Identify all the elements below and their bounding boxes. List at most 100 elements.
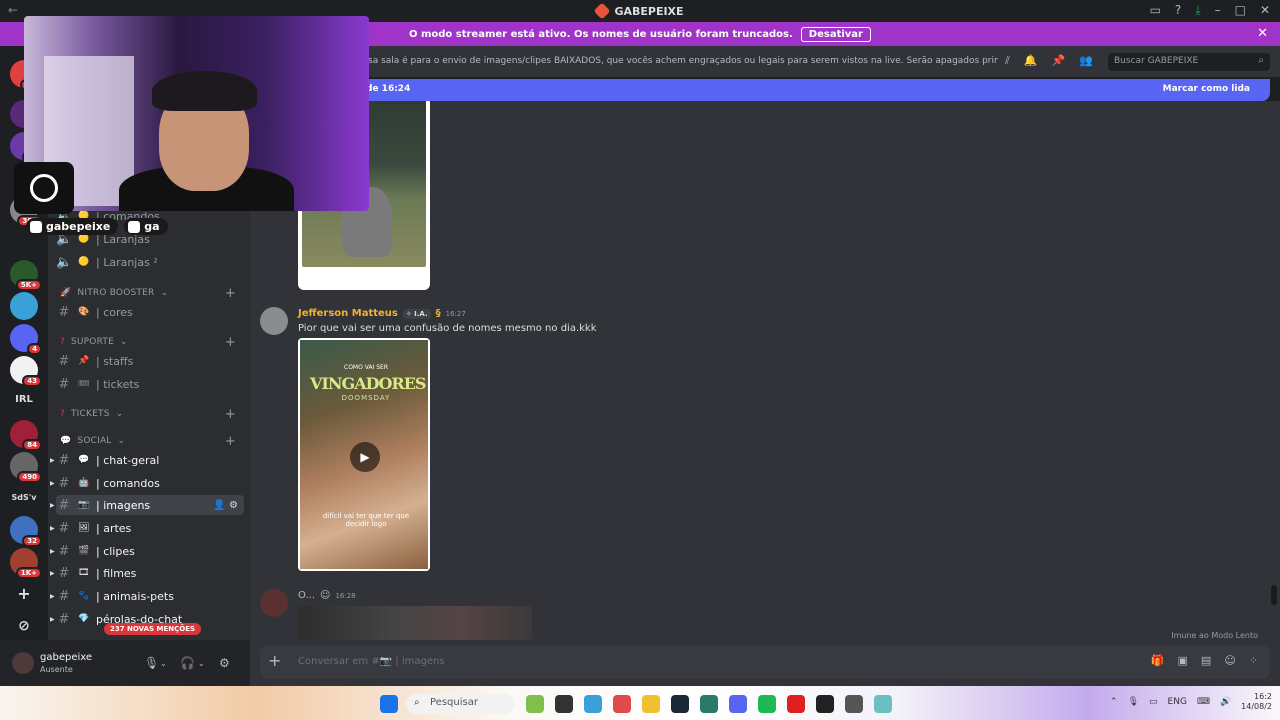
chevron-up-icon[interactable]: ⌃	[1110, 697, 1118, 707]
author-name[interactable]: O...	[298, 590, 315, 601]
channel-comandos[interactable]: ▶ # 🤖 | comandos	[50, 473, 244, 493]
server-icon[interactable]: 490	[10, 452, 42, 483]
help-icon[interactable]: ?	[1175, 3, 1181, 18]
widgets-icon[interactable]	[526, 695, 544, 713]
channel-cores[interactable]: # 🎨 | cores	[56, 302, 244, 322]
bell-icon[interactable]: 🔔	[1024, 54, 1038, 68]
headphones-icon[interactable]: 🎧	[180, 656, 195, 670]
gif-icon[interactable]: ▣	[1178, 654, 1188, 667]
steam-icon[interactable]	[671, 695, 689, 713]
taskbar-search[interactable]: ⌕ Pesquisar	[406, 694, 514, 714]
microphone-icon[interactable]: 🎙	[144, 656, 159, 670]
minimize-button[interactable]: –	[1215, 3, 1221, 18]
apps-icon[interactable]: ⁘	[1249, 654, 1258, 667]
add-channel-icon[interactable]: +	[225, 434, 236, 449]
channel-artes[interactable]: ▶ # 🖼 | artes	[50, 518, 244, 538]
gift-icon[interactable]: 🎁	[1151, 654, 1165, 667]
server-sds-label[interactable]: SdS'v	[10, 484, 38, 512]
discover-icon[interactable]: ⊘	[10, 612, 38, 640]
channel-settings-icon[interactable]: 👤 ⚙	[213, 500, 238, 511]
collapse-arrow-icon[interactable]: ▶	[50, 593, 55, 600]
collapse-arrow-icon[interactable]: ▶	[50, 616, 55, 623]
server-irl-label[interactable]: IRL	[10, 386, 38, 414]
maximize-button[interactable]: □	[1235, 3, 1246, 18]
file-explorer-icon[interactable]	[642, 695, 660, 713]
attach-plus-icon[interactable]: +	[268, 651, 281, 670]
category-tickets[interactable]: ? TICKETS ⌄ +	[60, 407, 240, 422]
add-server-icon[interactable]: +	[10, 580, 38, 608]
server-icon[interactable]: 84	[10, 420, 42, 451]
threads-icon[interactable]: ⫽	[1005, 54, 1010, 68]
collapse-arrow-icon[interactable]: ▶	[50, 480, 55, 487]
close-window-button[interactable]: ✕	[1260, 3, 1270, 18]
members-icon[interactable]: 👥	[1079, 54, 1093, 68]
collapse-arrow-icon[interactable]: ▶	[50, 525, 55, 532]
close-banner-icon[interactable]: ✕	[1257, 26, 1268, 41]
unread-bar[interactable]: de 16:24 Marcar como lida	[250, 79, 1270, 101]
battery-icon[interactable]: ▭	[1149, 697, 1158, 707]
spotify-icon[interactable]	[758, 695, 776, 713]
app-icon[interactable]	[787, 695, 805, 713]
opera-icon[interactable]	[613, 695, 631, 713]
channel-topic[interactable]: sa sala é para o envio de imagens/clipes…	[368, 56, 998, 66]
channel-imagens[interactable]: ▶ # 📷 | imagens 👤 ⚙	[50, 495, 244, 515]
sticker-icon[interactable]: ▤	[1201, 654, 1211, 667]
task-view-icon[interactable]	[555, 695, 573, 713]
server-icon[interactable]: 32	[10, 516, 42, 547]
obs-icon[interactable]	[845, 695, 863, 713]
collapse-arrow-icon[interactable]: ▶	[50, 502, 55, 509]
app-icon[interactable]	[816, 695, 834, 713]
author-name[interactable]: Jefferson Matteus	[298, 308, 398, 319]
discord-icon[interactable]	[729, 695, 747, 713]
avatar[interactable]	[260, 307, 288, 335]
inbox-icon[interactable]: ▭	[1150, 3, 1161, 18]
channel-clipes[interactable]: ▶ # 🎬 | clipes	[50, 541, 244, 561]
back-arrow-icon[interactable]: ←	[8, 3, 18, 17]
channel-tickets[interactable]: # 🎟 | tickets	[56, 374, 244, 394]
server-icon[interactable]: 1K+	[10, 548, 42, 579]
collapse-arrow-icon[interactable]: ▶	[50, 457, 55, 464]
gear-icon[interactable]: ⚙	[219, 656, 230, 670]
category-suporte[interactable]: ? SUPORTE ⌄ +	[60, 335, 240, 350]
collapse-arrow-icon[interactable]: ▶	[50, 548, 55, 555]
clock[interactable]: 16:2 14/08/2	[1241, 692, 1272, 712]
mark-as-read-button[interactable]: Marcar como lida	[1163, 84, 1250, 94]
app-icon[interactable]	[874, 695, 892, 713]
play-icon[interactable]: ▶	[350, 442, 380, 472]
search-input[interactable]: Buscar GABEPEIXE ⌕	[1108, 53, 1270, 71]
server-icon[interactable]: 5K+	[10, 260, 42, 291]
server-icon[interactable]: 4	[10, 324, 42, 355]
voice-channel[interactable]: 🔈 🟡 | Laranjas ²	[56, 252, 244, 272]
volume-icon[interactable]: 🔊	[1220, 697, 1231, 707]
avatar[interactable]	[12, 652, 34, 674]
category-social[interactable]: 💬 SOCIAL ⌄ +	[60, 434, 240, 449]
collapse-arrow-icon[interactable]: ▶	[50, 570, 55, 577]
add-channel-icon[interactable]: +	[225, 407, 236, 422]
language-indicator[interactable]: ENG	[1168, 697, 1187, 707]
new-mentions-badge[interactable]: 237 NOVAS MENÇÕES	[104, 623, 202, 635]
channel-staffs[interactable]: # 📌 | staffs	[56, 351, 244, 371]
add-channel-icon[interactable]: +	[225, 286, 236, 301]
add-channel-icon[interactable]: +	[225, 335, 236, 350]
message-input[interactable]: + Conversar em #📷 | imagens 🎁 ▣ ▤ ☺ ⁘	[260, 645, 1270, 679]
app-icon[interactable]	[700, 695, 718, 713]
image-attachment[interactable]	[298, 606, 532, 640]
category-nitro[interactable]: 🚀 NITRO BOOSTER ⌄ +	[60, 286, 240, 301]
server-icon[interactable]	[10, 292, 38, 320]
scrollbar[interactable]	[1271, 585, 1277, 605]
user-name[interactable]: gabepeixe	[40, 652, 92, 663]
channel-chat-geral[interactable]: ▶ # 💬 | chat-geral	[50, 450, 244, 470]
disable-streamer-button[interactable]: Desativar	[800, 26, 871, 42]
network-icon[interactable]: ⌨	[1197, 697, 1210, 707]
start-icon[interactable]	[380, 695, 398, 713]
server-icon[interactable]: 43	[10, 356, 42, 387]
chevron-down-icon[interactable]: ⌄	[160, 659, 167, 668]
video-attachment[interactable]: COMO VAI SER VINGADORES DOOMSDAY ▶ difíc…	[298, 338, 430, 571]
channel-animais-pets[interactable]: ▶ # 🐾 | animais-pets	[50, 586, 244, 606]
download-icon[interactable]: ⤓	[1195, 3, 1200, 18]
microphone-icon[interactable]: 🎙	[1128, 697, 1139, 707]
copilot-icon[interactable]	[584, 695, 602, 713]
pin-icon[interactable]: 📌	[1052, 54, 1066, 68]
avatar[interactable]	[260, 589, 288, 617]
channel-filmes[interactable]: ▶ # 🎞 | filmes	[50, 563, 244, 583]
